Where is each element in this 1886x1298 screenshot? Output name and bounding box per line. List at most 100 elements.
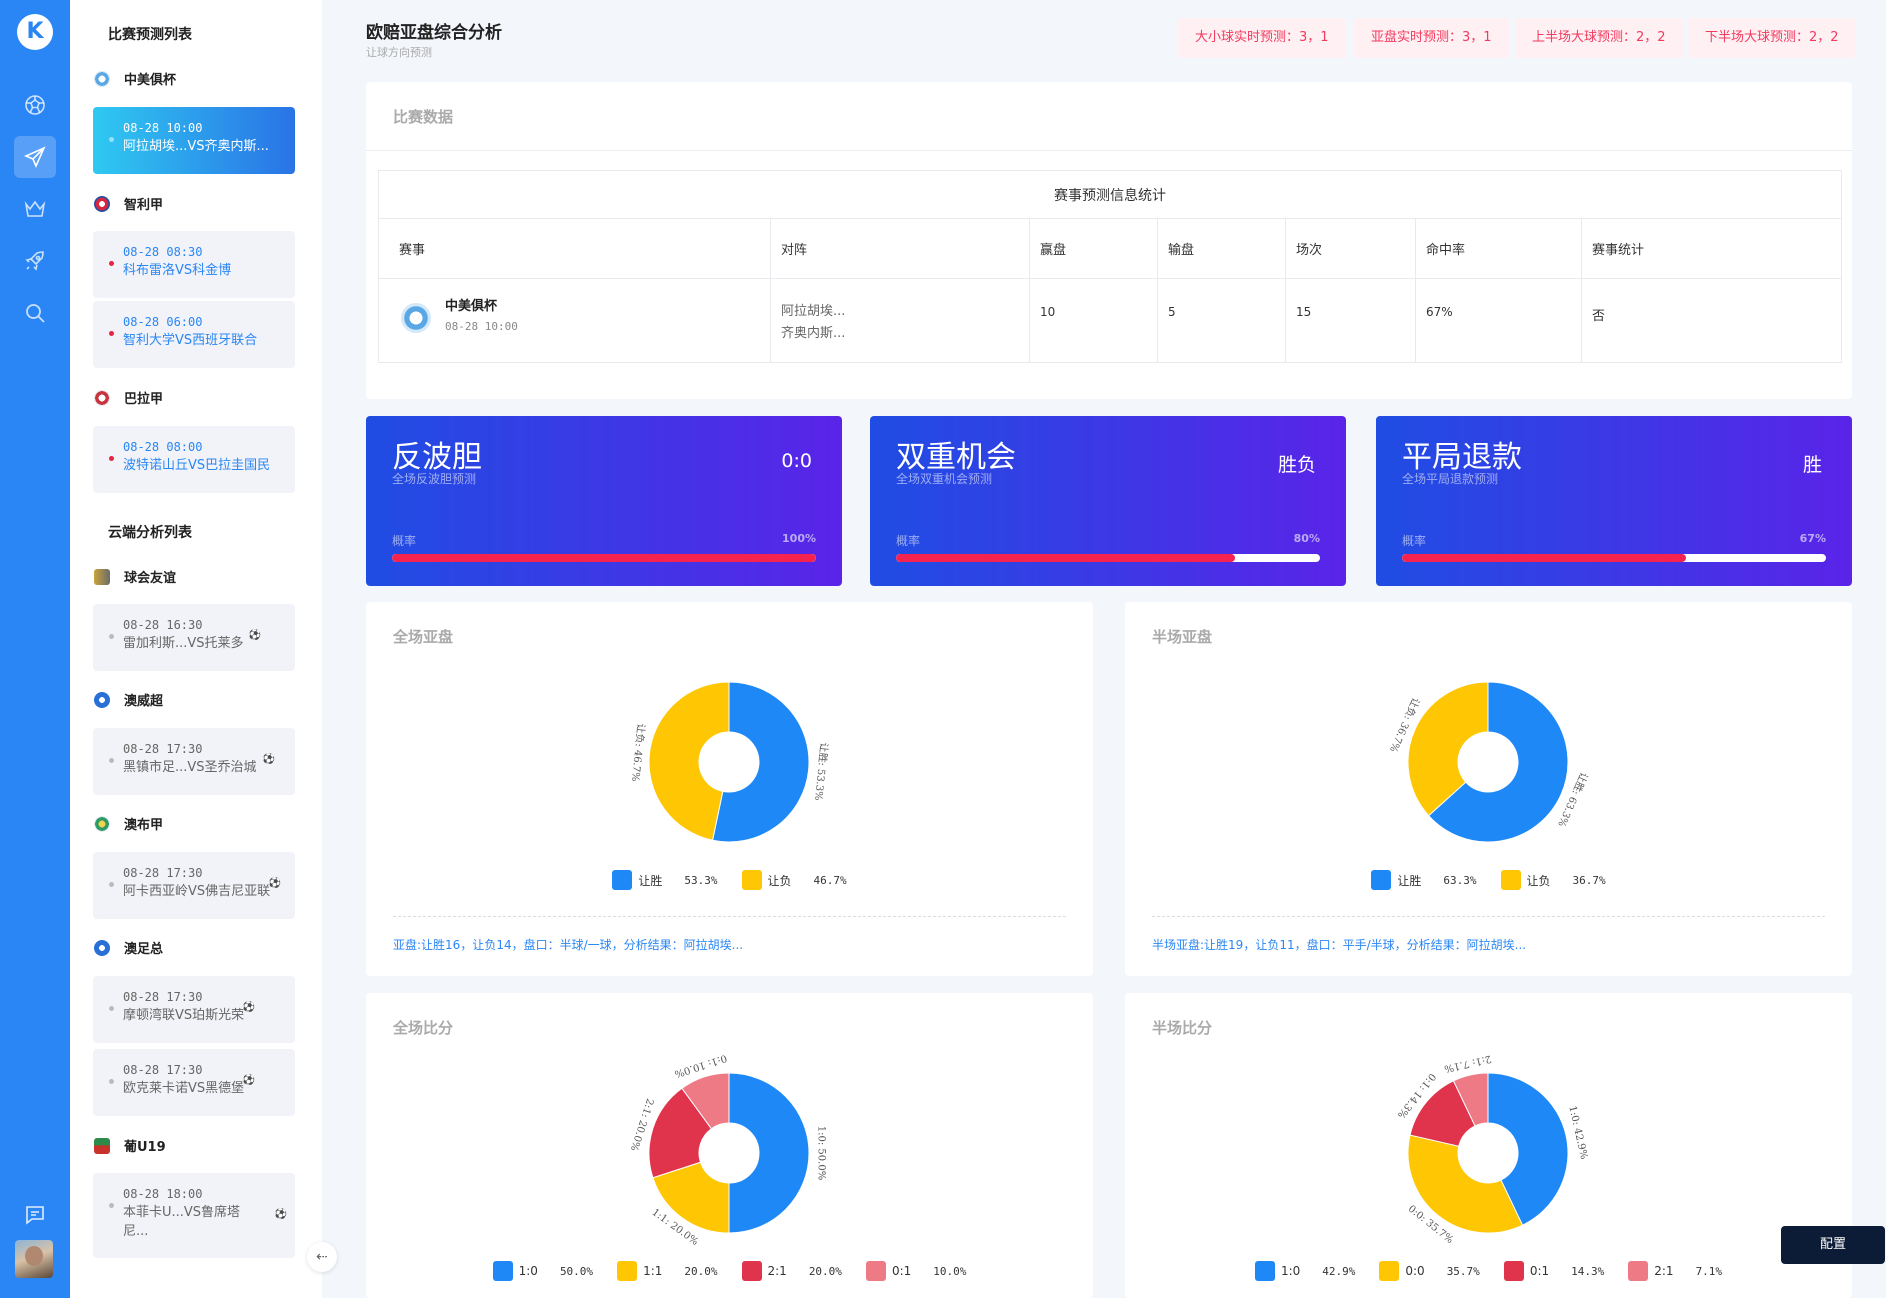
match-item[interactable]: 08-28 16:30 雷加利斯...VS托莱多 ⚽ [93, 604, 295, 671]
match-name: 雷加利斯...VS托莱多 [123, 636, 244, 651]
page-title: 欧赔亚盘综合分析 [366, 23, 502, 43]
prediction-card-draw-no-bet[interactable]: 平局退款 全场平局退款预测 胜 概率 67% [1376, 416, 1852, 586]
match-data-title: 比赛数据 [393, 108, 454, 126]
league-logo-icon [94, 568, 110, 585]
crown-nav-button[interactable] [14, 188, 56, 230]
league-header: 中美俱杯 [94, 69, 176, 88]
legend-item[interactable]: 0:1 10.0% [865, 1261, 966, 1281]
chart-legend: 让胜 53.3% 让负 46.7% [366, 870, 1093, 890]
cell-lose: 5 [1157, 278, 1286, 363]
match-item[interactable]: 08-28 08:30 科布雷洛VS科金博 [93, 231, 295, 298]
football-nav-button[interactable] [14, 84, 56, 126]
message-nav-button[interactable] [14, 1194, 56, 1236]
legend-value: 7.1% [1695, 1264, 1723, 1278]
legend-item[interactable]: 2:1 20.0% [741, 1261, 842, 1281]
team-home: 阿拉胡埃... [781, 304, 846, 319]
match-item[interactable]: 08-28 10:00 阿拉胡埃...VS齐奥内斯... [93, 107, 295, 174]
match-item[interactable]: 08-28 08:00 波特诺山丘VS巴拉圭国民 [93, 426, 295, 493]
match-name: 波特诺山丘VS巴拉圭国民 [123, 458, 271, 473]
card-divider [393, 916, 1066, 917]
legend-label: 让负 [1526, 873, 1551, 888]
col-header-lose: 输盘 [1157, 218, 1286, 279]
prediction-card-double-chance[interactable]: 双重机会 全场双重机会预测 胜负 概率 80% [870, 416, 1346, 586]
message-icon [26, 1206, 44, 1225]
probability-value: 80% [1293, 532, 1320, 545]
match-name: 本菲卡U...VS鲁席塔 [123, 1205, 241, 1220]
legend-label: 让胜 [1397, 873, 1422, 888]
logo-letter: K [26, 19, 44, 44]
legend-item[interactable]: 2:1 7.1% [1628, 1261, 1722, 1281]
analysis-summary: 亚盘:让胜16，让负14，盘口：半球/一球，分析结果：阿拉胡埃... [393, 938, 744, 952]
pie-slice-label: 1:0: 50.0% [816, 1126, 827, 1180]
match-item[interactable]: 08-28 17:30 摩顿湾联VS珀斯光荣 ⚽ [93, 976, 295, 1043]
probability-value: 67% [1799, 532, 1826, 545]
probability-bar [1402, 554, 1826, 562]
league-logo-icon [94, 70, 110, 87]
legend-label: 0:0 [1405, 1264, 1425, 1278]
rocket-nav-button[interactable] [14, 240, 56, 282]
legend-item[interactable]: 让胜 53.3% [612, 870, 718, 890]
legend-item[interactable]: 0:1 14.3% [1503, 1261, 1604, 1281]
league-name: 葡U19 [124, 1140, 166, 1155]
football-icon: ⚽ [248, 630, 261, 641]
legend-swatch [612, 870, 633, 890]
table-caption: 赛事预测信息统计 [378, 170, 1842, 219]
league-logo-icon [94, 195, 110, 212]
legend-item[interactable]: 1:1 20.0% [617, 1261, 718, 1281]
legend-swatch [865, 1261, 886, 1281]
full-score-pie-chart: 1:0: 50.0%1:1: 20.0%2:1: 20.0%0:1: 10.0% [628, 1053, 827, 1248]
match-item[interactable]: 08-28 17:30 阿卡西亚岭VS佛吉尼亚联 ⚽ [93, 852, 295, 919]
probability-bar-fill [392, 554, 816, 562]
col-header-stat: 赛事统计 [1581, 218, 1842, 279]
pie-slice[interactable] [728, 1072, 810, 1234]
match-status-dot [109, 331, 114, 336]
col-header-teams: 对阵 [770, 218, 1030, 279]
legend-item[interactable]: 1:0 50.0% [492, 1261, 593, 1281]
match-time: 08-28 18:00 [123, 1187, 203, 1201]
legend-swatch [1371, 870, 1392, 890]
card-divider [1152, 916, 1825, 917]
cloud-list-title: 云端分析列表 [108, 525, 192, 541]
search-nav-button[interactable] [14, 292, 56, 334]
match-item[interactable]: 08-28 17:30 欧克莱卡诺VS黑德堡 ⚽ [93, 1049, 295, 1116]
legend-label: 2:1 [1654, 1264, 1674, 1278]
pie-slice[interactable] [648, 681, 730, 841]
prediction-card-correct-score[interactable]: 反波胆 全场反波胆预测 0:0 概率 100% [366, 416, 842, 586]
match-name: 科布雷洛VS科金博 [123, 263, 232, 278]
legend-item[interactable]: 0:0 35.7% [1379, 1261, 1480, 1281]
config-button[interactable]: 配置 [1781, 1226, 1885, 1264]
legend-label: 2:1 [767, 1264, 787, 1278]
match-item[interactable]: 08-28 18:00 本菲卡U...VS鲁席塔 尼... ⚽ [93, 1173, 295, 1258]
legend-swatch [1500, 870, 1521, 890]
legend-item[interactable]: 让负 36.7% [1500, 870, 1606, 890]
legend-item[interactable]: 让负 46.7% [741, 870, 847, 890]
league-name: 澳威超 [124, 694, 164, 709]
match-item[interactable]: 08-28 17:30 黑镇市足...VS圣乔治城 ⚽ [93, 728, 295, 795]
league-logo-icon [94, 815, 110, 832]
legend-swatch [1379, 1261, 1400, 1281]
chart-title: 全场亚盘 [393, 628, 454, 646]
legend-swatch [1503, 1261, 1524, 1281]
match-status-dot [109, 1079, 114, 1084]
prediction-value: 胜 [1802, 454, 1822, 476]
legend-item[interactable]: 1:0 42.9% [1254, 1261, 1355, 1281]
league-logo-icon [94, 939, 110, 956]
app-logo[interactable]: K [17, 14, 53, 50]
chart-legend: 让胜 63.3% 让负 36.7% [1125, 870, 1852, 890]
probability-label: 概率 [1402, 534, 1427, 548]
match-status-dot [109, 634, 114, 639]
legend-value: 53.3% [684, 873, 718, 887]
legend-label: 1:0 [518, 1264, 538, 1278]
legend-swatch [741, 870, 762, 890]
send-nav-button[interactable] [14, 136, 56, 178]
cell-teams: 阿拉胡埃... 齐奥内斯... [770, 278, 1030, 363]
league-name: 澳布甲 [124, 818, 164, 833]
prediction-list-title: 比赛预测列表 [108, 27, 192, 43]
legend-item[interactable]: 让胜 63.3% [1371, 870, 1477, 890]
collapse-sidebar-button[interactable]: ⇠ [307, 1242, 337, 1272]
full-asian-handicap-card: 全场亚盘 让胜: 53.3% 让负: 46.7% 让胜 53.3% 让负 46.7% 亚… [366, 602, 1093, 976]
match-item[interactable]: 08-28 06:00 智利大学VS西班牙联合 [93, 301, 295, 368]
search-icon [26, 304, 45, 323]
probability-label: 概率 [392, 534, 417, 548]
user-avatar[interactable] [15, 1240, 53, 1278]
